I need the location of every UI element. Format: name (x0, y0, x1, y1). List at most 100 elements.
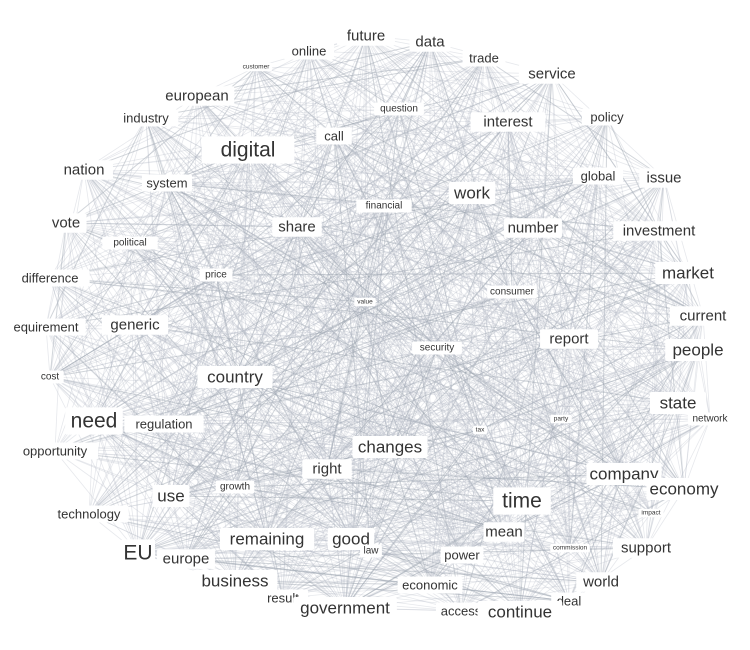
node-label: mean (485, 524, 523, 541)
node-security: security (412, 341, 462, 355)
node-label: interest (483, 114, 533, 131)
node-label: number (508, 220, 559, 237)
node-consumer: consumer (487, 285, 537, 299)
node-label: government (300, 599, 390, 618)
node-label: people (672, 341, 723, 360)
node-cost: cost (36, 370, 64, 384)
node-label: online (292, 44, 327, 59)
node-label: europe (163, 551, 210, 568)
node-label: generic (110, 317, 160, 334)
node-future: future (337, 26, 395, 46)
node-label: share (278, 219, 316, 236)
node-equirement: equirement (6, 318, 86, 336)
node-label: need (71, 410, 118, 433)
node-issue: issue (639, 168, 689, 188)
node-label: equirement (13, 320, 78, 335)
node-value: value (354, 297, 376, 307)
node-call: call (316, 127, 352, 145)
node-label: political (113, 238, 146, 249)
node-label: world (582, 574, 619, 591)
node-trade: trade (462, 49, 506, 67)
node-label: policy (590, 110, 624, 125)
node-label: support (621, 540, 672, 557)
node-regulation: regulation (124, 415, 204, 433)
node-label: impact (641, 510, 660, 517)
node-people: people (665, 338, 731, 362)
node-label: right (312, 461, 342, 478)
node-label: country (207, 368, 263, 387)
node-online: online (283, 42, 335, 60)
node-label: price (205, 270, 227, 281)
node-data: data (409, 32, 451, 52)
node-label: nation (64, 162, 105, 179)
node-label: vote (52, 215, 80, 232)
node-system: system (141, 174, 193, 192)
node-label: cost (41, 372, 60, 383)
node-label: global (581, 169, 616, 184)
node-business: business (192, 569, 278, 593)
node-label: economy (650, 480, 719, 499)
node-label: digital (221, 139, 276, 162)
node-digital: digital (201, 136, 295, 164)
node-remaining: remaining (219, 527, 315, 551)
node-global: global (572, 167, 624, 185)
node-label: commission (553, 545, 588, 552)
node-label: service (528, 66, 576, 83)
node-label: question (380, 104, 418, 115)
node-political: political (102, 236, 158, 250)
node-investment: investment (613, 221, 705, 241)
node-label: future (347, 28, 385, 45)
node-nation: nation (55, 160, 113, 180)
node-label: growth (220, 482, 250, 493)
node-label: consumer (490, 287, 535, 298)
node-label: changes (358, 438, 422, 457)
node-label: tax (476, 427, 485, 434)
node-country: country (197, 365, 273, 389)
node-report: report (540, 329, 598, 349)
node-impact: impact (638, 508, 664, 518)
node-technology: technology (49, 505, 129, 523)
node-current: current (669, 306, 737, 326)
node-label: regulation (135, 417, 192, 432)
node-law: law (360, 544, 382, 558)
node-label: industry (123, 111, 169, 126)
node-label: european (165, 88, 228, 105)
node-label: issue (646, 170, 681, 187)
node-continue: continue (477, 600, 563, 624)
node-label: current (680, 308, 728, 325)
node-label: business (201, 572, 268, 591)
node-power: power (440, 546, 484, 564)
node-label: financial (366, 201, 403, 212)
node-label: time (502, 490, 542, 513)
node-support: support (612, 538, 680, 558)
node-use: use (152, 484, 190, 508)
node-industry: industry (113, 109, 179, 127)
node-label: network (692, 414, 728, 425)
node-label: difference (22, 271, 79, 286)
node-generic: generic (101, 315, 169, 335)
node-opportunity: opportunity (11, 442, 99, 460)
node-interest: interest (470, 112, 546, 132)
node-policy: policy (581, 108, 633, 126)
node-label: access (441, 604, 482, 619)
node-economic: economic (397, 576, 463, 594)
node-financial: financial (356, 199, 412, 213)
node-number: number (504, 218, 562, 238)
node-tax: tax (472, 425, 488, 435)
node-label: law (363, 546, 379, 557)
node-work: work (448, 181, 496, 205)
word-network-graph: future data online trade customer service euro… (0, 0, 750, 650)
node-right: right (302, 459, 352, 479)
node-label: security (420, 343, 454, 354)
node-label: report (549, 331, 589, 348)
node-label: party (554, 416, 569, 423)
node-label: call (324, 129, 344, 144)
node-party: party (550, 414, 572, 424)
node-growth: growth (215, 480, 255, 494)
node-label: economic (402, 578, 458, 593)
node-market: market (655, 261, 721, 285)
node-label: investment (623, 223, 696, 240)
node-label: trade (469, 51, 499, 66)
node-label: market (662, 264, 714, 283)
node-label: work (453, 184, 490, 203)
